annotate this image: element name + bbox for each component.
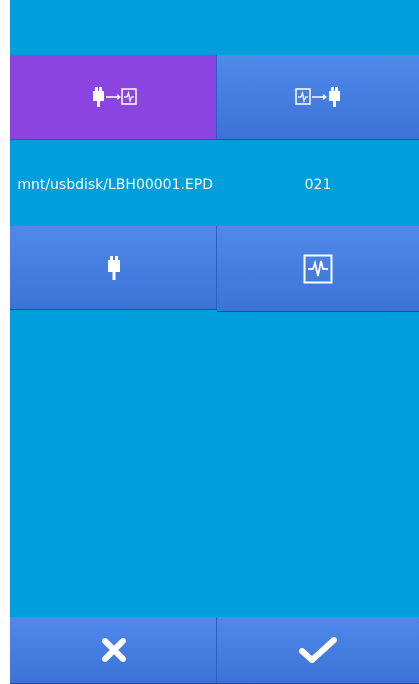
checkmark-icon: [299, 636, 337, 664]
confirm-button[interactable]: [217, 617, 419, 684]
cancel-button[interactable]: [10, 617, 217, 684]
source-file-path: mnt/usbdisk/LBH00001.EPD: [17, 177, 213, 193]
machine-memory-icon: [303, 254, 333, 284]
usb-to-machine-icon: [91, 86, 137, 108]
machine-to-usb-button[interactable]: [217, 55, 419, 140]
machine-to-usb-icon: [295, 86, 341, 108]
target-pattern-number: 021: [304, 177, 332, 193]
machine-memory-button[interactable]: [217, 226, 419, 312]
usb-browse-button[interactable]: [10, 226, 217, 310]
transfer-screen: mnt/usbdisk/LBH00001.EPD 021: [10, 0, 419, 684]
usb-drive-icon: [107, 255, 121, 281]
usb-to-machine-button[interactable]: [10, 55, 217, 140]
close-icon: [101, 637, 127, 663]
